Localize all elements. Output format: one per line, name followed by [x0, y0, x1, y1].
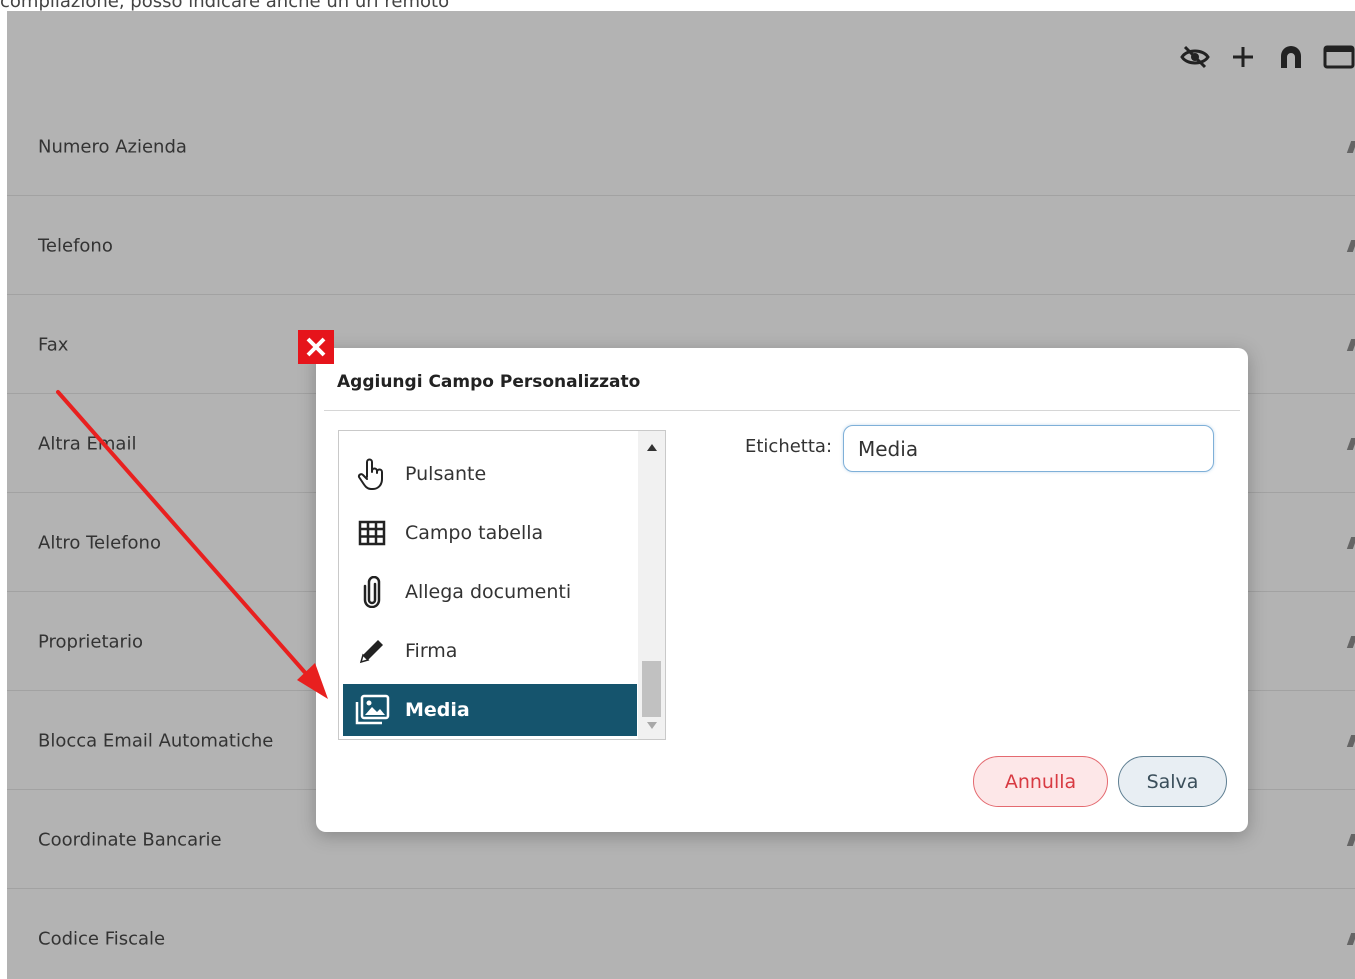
field-label: Blocca Email Automatiche: [38, 730, 274, 751]
cancel-button[interactable]: Annulla: [973, 756, 1108, 807]
type-item-label: Pulsante: [405, 463, 487, 485]
row-edit-icon[interactable]: [1346, 239, 1355, 252]
dialog-divider: [324, 410, 1240, 411]
field-label: Numero Azienda: [38, 136, 187, 157]
label-field-caption: Etichetta:: [745, 436, 833, 457]
field-label: Telefono: [38, 235, 113, 256]
row-edit-icon[interactable]: [1346, 933, 1355, 945]
field-type-list[interactable]: Pulsante Campo tabella Allega documenti …: [338, 430, 666, 740]
type-item-label: Allega documenti: [405, 581, 572, 603]
type-item-label: Campo tabella: [405, 522, 544, 544]
add-icon[interactable]: [1227, 39, 1259, 75]
field-row[interactable]: Telefono: [7, 197, 1355, 295]
field-label: Altra Email: [38, 433, 137, 454]
scrollbar-thumb[interactable]: [642, 661, 661, 717]
row-edit-icon[interactable]: [1346, 140, 1355, 153]
row-edit-icon[interactable]: [1346, 536, 1355, 549]
list-scrollbar[interactable]: [638, 431, 665, 739]
table-icon: [349, 513, 395, 553]
field-row[interactable]: Codice Fiscale: [7, 890, 1355, 979]
magnet-icon[interactable]: [1275, 39, 1307, 75]
type-item-label: Firma: [405, 640, 458, 662]
label-input[interactable]: [843, 425, 1214, 472]
field-row[interactable]: Numero Azienda: [7, 98, 1355, 196]
paperclip-icon: [349, 572, 395, 612]
save-button[interactable]: Salva: [1118, 756, 1227, 807]
hand-pointer-icon: [349, 454, 395, 494]
field-label: Fax: [38, 334, 69, 355]
close-dialog-button[interactable]: [298, 330, 334, 364]
close-icon: [306, 337, 326, 357]
type-item-campo-tabella[interactable]: Campo tabella: [343, 507, 637, 559]
field-label: Altro Telefono: [38, 532, 161, 553]
row-edit-icon[interactable]: [1346, 833, 1355, 846]
type-item-pulsante[interactable]: Pulsante: [343, 448, 637, 500]
type-item-firma[interactable]: Firma: [343, 625, 637, 677]
field-label: Proprietario: [38, 631, 143, 652]
scroll-up-arrow-icon[interactable]: [638, 435, 665, 459]
scroll-down-arrow-icon[interactable]: [638, 713, 665, 737]
dialog-title: Aggiungi Campo Personalizzato: [337, 372, 641, 392]
pencil-icon: [349, 631, 395, 671]
type-item-allega-documenti[interactable]: Allega documenti: [343, 566, 637, 618]
window-icon[interactable]: [1323, 39, 1355, 75]
field-label: Codice Fiscale: [38, 928, 166, 950]
row-edit-icon[interactable]: [1346, 635, 1355, 648]
row-edit-icon[interactable]: [1346, 734, 1355, 747]
add-custom-field-dialog: Aggiungi Campo Personalizzato Pulsante C…: [316, 348, 1248, 832]
type-item-media[interactable]: Media: [343, 684, 637, 736]
row-edit-icon[interactable]: [1346, 437, 1355, 450]
row-edit-icon[interactable]: [1346, 338, 1355, 351]
hide-icon[interactable]: [1179, 39, 1211, 75]
type-item-label: Media: [405, 699, 470, 721]
toolbar: [1179, 37, 1355, 77]
media-icon: [349, 690, 395, 730]
field-label: Coordinate Bancarie: [38, 829, 222, 850]
